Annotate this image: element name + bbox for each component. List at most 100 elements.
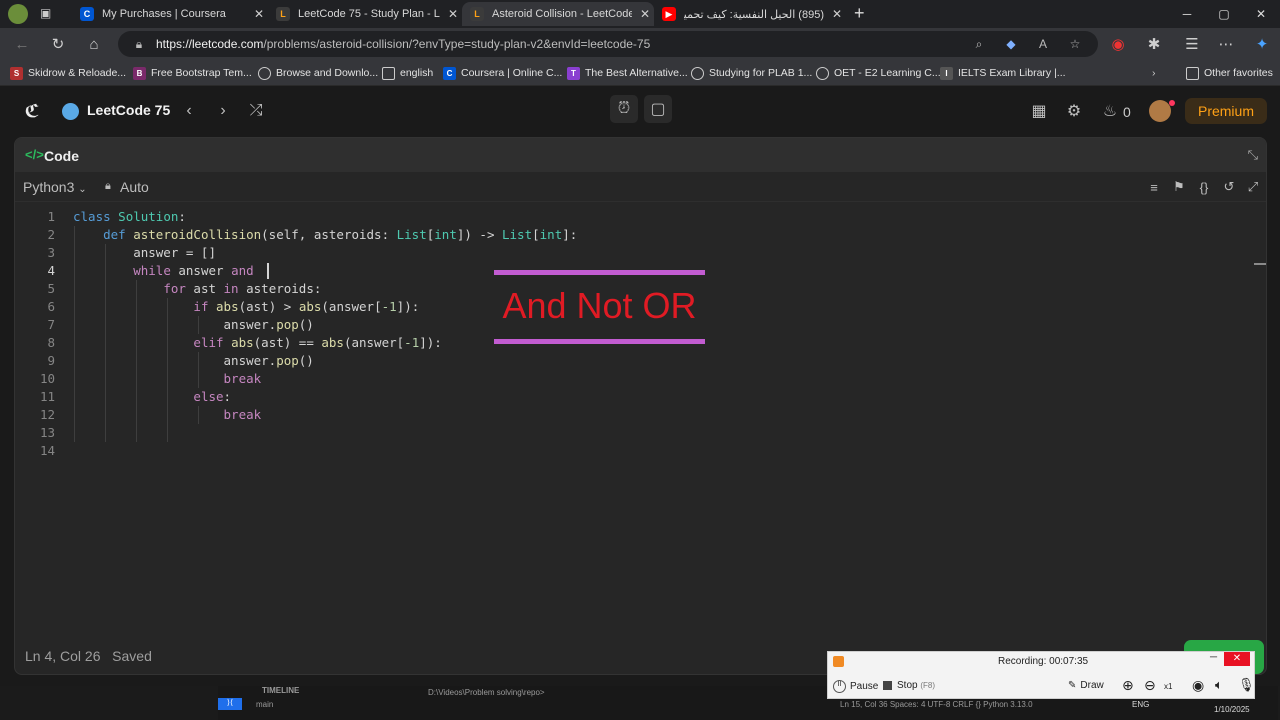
window-close-icon[interactable]: ✕ (1244, 0, 1278, 28)
shuffle-icon[interactable]: ⤮ (244, 99, 268, 123)
language-selector[interactable]: Python3 ⌄ (23, 179, 87, 195)
study-plan-title[interactable]: LeetCode 75 (87, 102, 170, 118)
braces-icon[interactable]: {} (1195, 178, 1213, 196)
stop-icon (883, 681, 892, 690)
bookmark-item[interactable]: S Skidrow & Reloade... (10, 65, 126, 81)
more-menu-icon[interactable]: ⋯ (1214, 32, 1238, 56)
line-number: 11 (39, 389, 55, 404)
tag-icon[interactable]: ◆ (1002, 35, 1020, 53)
user-avatar[interactable] (1149, 100, 1171, 122)
tab-coursera[interactable]: C My Purchases | Coursera ✕ (72, 2, 268, 26)
home-icon[interactable]: ⌂ (82, 32, 106, 56)
draw-label: Draw (1080, 680, 1104, 691)
fullscreen-icon[interactable]: ⤢ (1244, 178, 1262, 196)
favorites-icon[interactable]: ☰ (1180, 32, 1204, 56)
auto-mode-label[interactable]: Auto (120, 179, 149, 195)
premium-button[interactable]: Premium (1185, 98, 1267, 124)
minimize-icon[interactable]: ─ (1170, 0, 1204, 28)
stop-label: Stop (897, 680, 918, 691)
other-favorites[interactable]: Other favorites (1186, 65, 1273, 81)
timeline-label[interactable]: TIMELINE (262, 686, 299, 695)
fire-streak-icon[interactable]: ♨ (1098, 99, 1122, 123)
favorite-star-icon[interactable]: ☆ (1066, 35, 1084, 53)
tab-youtube[interactable]: ▶ (895) الحيل النفسية: كيف تحمينا عق ✕ (654, 2, 846, 26)
zoom-icon[interactable]: ⌕ (970, 35, 988, 53)
microphone-icon[interactable]: 🎙︎ (1238, 677, 1255, 693)
next-problem-icon[interactable]: › (211, 99, 235, 123)
bookmark-item[interactable]: Studying for PLAB 1... (691, 65, 812, 81)
code-line: if abs(ast) > abs(answer[-1]): (193, 299, 420, 314)
read-aloud-icon[interactable]: A (1034, 35, 1052, 53)
format-icon[interactable]: ≡ (1145, 178, 1163, 196)
tab-label: (895) الحيل النفسية: كيف تحمينا عق (684, 8, 824, 21)
bookmark-icon[interactable]: ⚑ (1170, 178, 1188, 196)
pause-label: Pause (850, 681, 879, 692)
text-cursor (267, 263, 269, 279)
bookmark-label: IELTS Exam Library |... (958, 67, 1066, 79)
editor-scrollbar-marker[interactable] (1254, 263, 1266, 265)
code-line: answer.pop() (73, 353, 314, 368)
collapse-icon[interactable]: ⤡ (1248, 147, 1258, 163)
code-line: elif abs(ast) == abs(answer[-1]): (193, 335, 442, 350)
zoom-in-icon[interactable]: ⊕ (1122, 677, 1134, 694)
youtube-favicon-icon: ▶ (662, 7, 676, 21)
bookmark-item[interactable]: C Coursera | Online C... (443, 65, 562, 81)
lock-icon: 🔒︎ (105, 180, 111, 192)
address-bar[interactable]: 🔒︎ https://leetcode.com/problems/asteroi… (118, 31, 1098, 57)
bookmark-label: Coursera | Online C... (461, 67, 563, 79)
extensions-puzzle-icon[interactable]: ✱ (1142, 32, 1166, 56)
close-tab-icon[interactable]: ✕ (444, 7, 462, 21)
tab-label: LeetCode 75 - Study Plan - LeetC (298, 8, 440, 20)
pause-icon: II (833, 680, 846, 693)
leetcode-logo-icon[interactable]: ℭ (20, 99, 44, 123)
bookmark-item[interactable]: OET - E2 Learning C... (816, 65, 941, 81)
settings-gear-icon[interactable]: ⚙ (1062, 99, 1086, 123)
close-tab-icon[interactable]: ✕ (250, 7, 268, 21)
pause-button[interactable]: II Pause (833, 680, 878, 693)
extension-icon[interactable]: ◉ (1106, 32, 1130, 56)
line-number: 10 (39, 371, 55, 386)
note-icon: ▢ (650, 101, 666, 118)
bookmark-item[interactable]: Browse and Downlo... (258, 65, 378, 81)
webcam-icon[interactable]: ◉ (1192, 677, 1204, 694)
bookmark-item[interactable]: english (382, 65, 433, 81)
bookmarks-overflow-icon[interactable]: › (1152, 65, 1156, 81)
lock-icon[interactable]: 🔒︎ (130, 35, 148, 53)
code-panel: </> Code ⤡ Python3 ⌄ 🔒︎ Auto ≡ ⚑ {} ↺ ⤢ … (14, 137, 1267, 675)
reset-icon[interactable]: ↺ (1220, 178, 1238, 196)
tab-study-plan[interactable]: L LeetCode 75 - Study Plan - LeetC ✕ (268, 2, 462, 26)
draw-button[interactable]: ✎ Draw (1068, 680, 1104, 691)
screen-recorder-widget: Recording: 00:07:35 ─ ✕ II Pause Stop (F… (827, 651, 1255, 699)
new-tab-button[interactable]: + (854, 3, 865, 24)
stop-shortcut: (F8) (920, 681, 936, 690)
remote-icon[interactable]: ⟩⟨ (218, 698, 242, 710)
maximize-icon[interactable]: ▢ (1207, 0, 1241, 28)
profile-avatar[interactable] (8, 4, 28, 24)
timer-button[interactable]: ⏰︎ (610, 95, 638, 123)
leetcode-favicon-icon: L (276, 7, 290, 21)
layout-icon[interactable]: ▦ (1027, 99, 1051, 123)
zoom-out-icon[interactable]: ⊖ (1144, 677, 1156, 694)
close-tab-icon[interactable]: ✕ (828, 7, 846, 21)
tray-language[interactable]: ENG (1132, 700, 1149, 709)
workspaces-icon[interactable]: ▣ (40, 6, 56, 22)
notes-button[interactable]: ▢ (644, 95, 672, 123)
annotation-text: And Not OR (502, 285, 697, 326)
folder-icon (382, 66, 395, 80)
bookmark-item[interactable]: B Free Bootstrap Tem... (133, 65, 252, 81)
speaker-icon[interactable]: 🔈︎ (1215, 677, 1223, 693)
tray-date[interactable]: 1/10/2025 (1214, 705, 1250, 714)
recorder-close-icon[interactable]: ✕ (1224, 652, 1250, 666)
reload-icon[interactable]: ↻ (46, 32, 70, 56)
recorder-minimize-icon[interactable]: ─ (1210, 652, 1217, 663)
prev-problem-icon[interactable]: ‹ (177, 99, 201, 123)
back-icon[interactable]: ← (10, 32, 34, 56)
copilot-icon[interactable]: ✦ (1250, 32, 1274, 56)
streak-count: 0 (1123, 104, 1131, 120)
close-tab-icon[interactable]: ✕ (636, 7, 654, 21)
tab-asteroid-collision[interactable]: L Asteroid Collision - LeetCode ✕ (462, 2, 654, 26)
stop-button[interactable]: Stop (F8) (883, 680, 935, 691)
bookmark-item[interactable]: I IELTS Exam Library |... (940, 65, 1066, 81)
bookmark-item[interactable]: T The Best Alternative... (567, 65, 688, 81)
branch-name[interactable]: main (256, 700, 273, 709)
